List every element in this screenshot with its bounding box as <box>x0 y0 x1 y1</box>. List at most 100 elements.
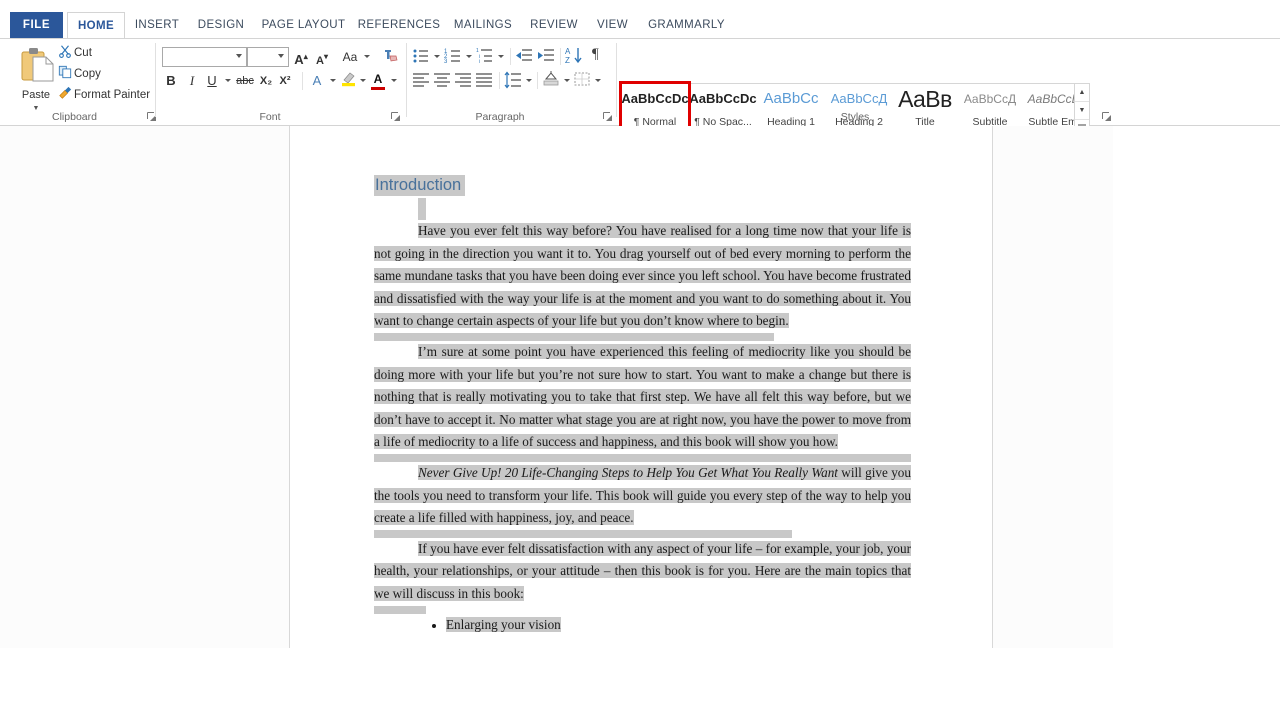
font-color-label: A <box>373 72 383 86</box>
font-name-input[interactable] <box>162 47 247 67</box>
sort-button[interactable]: A Z <box>565 46 583 70</box>
multilevel-caret-icon[interactable] <box>498 55 504 58</box>
shrink-font-label: A <box>316 55 324 67</box>
subscript-button[interactable]: X₂ <box>257 71 275 91</box>
shading-caret-icon[interactable] <box>564 79 570 82</box>
style-preview: AaBʙ <box>898 86 952 112</box>
paragraph-4[interactable]: If you have ever felt dissatisfaction wi… <box>374 538 911 606</box>
grow-font-label: A <box>294 52 304 67</box>
styles-dialog-launcher[interactable] <box>1102 112 1112 122</box>
tab-references[interactable]: REFERENCES <box>354 12 444 38</box>
borders-button[interactable] <box>573 70 591 93</box>
styles-scroll-down-button[interactable]: ▼ <box>1075 102 1089 120</box>
paragraph-3[interactable]: Never Give Up! 20 Life-Changing Steps to… <box>374 462 911 530</box>
tab-mailings[interactable]: MAILINGS <box>446 12 520 38</box>
ribbon-tabs: FILE HOME INSERT DESIGN PAGE LAYOUT REFE… <box>0 0 1280 38</box>
font-name-caret-icon[interactable] <box>236 54 242 58</box>
change-case-caret-icon[interactable] <box>364 55 370 58</box>
paste-button[interactable]: Paste ▼ <box>14 43 58 115</box>
cut-button[interactable]: Cut <box>56 44 92 62</box>
justify-icon <box>476 73 492 87</box>
numbering-icon: 123 <box>444 49 460 65</box>
paragraph-2[interactable]: I’m sure at some point you have experien… <box>374 341 911 454</box>
list-item[interactable]: Enlarging your vision <box>446 614 911 637</box>
paragraph-dialog-launcher[interactable] <box>603 112 613 122</box>
increase-indent-button[interactable] <box>537 47 555 70</box>
align-right-button[interactable] <box>454 71 472 94</box>
text-effects-caret-icon[interactable] <box>330 79 336 82</box>
paragraph-1-text: Have you ever felt this way before? You … <box>374 223 911 329</box>
show-formatting-marks-button[interactable]: ¶ <box>592 46 599 63</box>
superscript-button[interactable]: X² <box>276 71 294 91</box>
line-spacing-caret-icon[interactable] <box>526 79 532 82</box>
multilevel-list-button[interactable]: 1ii <box>476 47 494 70</box>
bullets-caret-icon[interactable] <box>434 55 440 58</box>
sort-icon: A Z <box>565 47 582 65</box>
align-center-icon <box>434 73 450 87</box>
tab-view[interactable]: VIEW <box>590 12 635 38</box>
group-divider <box>406 43 407 117</box>
underline-caret-icon[interactable] <box>225 79 231 82</box>
subscript-label: X₂ <box>259 75 273 87</box>
align-left-icon <box>413 73 429 87</box>
align-center-button[interactable] <box>433 71 451 94</box>
paragraph-gap <box>374 605 911 614</box>
shading-button[interactable] <box>542 70 560 93</box>
superscript-label: X² <box>279 75 291 87</box>
text-highlight-caret-icon[interactable] <box>360 79 366 82</box>
tab-file[interactable]: FILE <box>10 12 63 38</box>
document-body[interactable]: Introduction Have you ever felt this way… <box>374 174 911 636</box>
tab-grammarly[interactable]: GRAMMARLY <box>639 12 734 38</box>
tab-review[interactable]: REVIEW <box>524 12 584 38</box>
change-case-button[interactable]: Aa <box>338 47 362 67</box>
document-area[interactable]: Introduction Have you ever felt this way… <box>0 126 1280 720</box>
numbering-caret-icon[interactable] <box>466 55 472 58</box>
styles-scroll-up-button[interactable]: ▲ <box>1075 84 1089 102</box>
shading-icon <box>543 71 559 86</box>
shrink-font-button[interactable]: A▾ <box>313 47 331 67</box>
line-spacing-button[interactable] <box>504 71 522 94</box>
paragraph-1[interactable]: Have you ever felt this way before? You … <box>374 220 911 333</box>
line-spacing-icon <box>504 71 521 89</box>
text-effects-button[interactable]: A <box>308 71 326 91</box>
bullets-button[interactable] <box>412 47 430 70</box>
paste-icon <box>21 48 54 82</box>
tab-home[interactable]: HOME <box>67 12 125 38</box>
font-color-caret-icon[interactable] <box>391 79 397 82</box>
strikethrough-button[interactable]: abc <box>234 71 256 91</box>
paragraph-gap <box>374 332 911 341</box>
clear-formatting-button[interactable] <box>380 47 400 67</box>
numbering-button[interactable]: 123 <box>444 47 462 70</box>
format-painter-button[interactable]: Format Painter <box>56 86 150 104</box>
font-size-input[interactable] <box>247 47 289 67</box>
text-highlight-button[interactable] <box>338 70 358 90</box>
justify-button[interactable] <box>475 71 493 94</box>
document-page[interactable]: Introduction Have you ever felt this way… <box>289 126 993 648</box>
format-painter-label: Format Painter <box>74 89 151 102</box>
underline-button[interactable]: U <box>203 71 221 91</box>
tab-page-layout[interactable]: PAGE LAYOUT <box>256 12 351 38</box>
borders-caret-icon[interactable] <box>595 79 601 82</box>
topics-list[interactable]: Enlarging your vision <box>374 614 911 637</box>
font-color-swatch <box>371 86 385 90</box>
font-size-caret-icon[interactable] <box>278 54 284 58</box>
paintbrush-icon <box>56 86 74 104</box>
svg-text:3: 3 <box>444 59 448 65</box>
svg-text:A: A <box>565 47 571 56</box>
italic-label: I <box>189 73 195 88</box>
grow-font-button[interactable]: A▴ <box>292 47 310 67</box>
tab-insert[interactable]: INSERT <box>129 12 185 38</box>
style-preview: AaBbCс <box>763 90 819 107</box>
highlight-icon <box>341 72 355 87</box>
decrease-indent-button[interactable] <box>515 47 533 70</box>
paste-label: Paste <box>21 89 51 101</box>
align-left-button[interactable] <box>412 71 430 94</box>
tab-design[interactable]: DESIGN <box>190 12 252 38</box>
font-dialog-launcher[interactable] <box>391 112 401 122</box>
copy-button[interactable]: Copy <box>56 65 101 83</box>
bold-button[interactable]: B <box>162 71 180 91</box>
italic-button[interactable]: I <box>183 71 201 91</box>
copy-icon <box>56 65 74 83</box>
font-color-button[interactable]: A <box>369 69 387 90</box>
paragraph-2-text: I’m sure at some point you have experien… <box>374 343 911 450</box>
